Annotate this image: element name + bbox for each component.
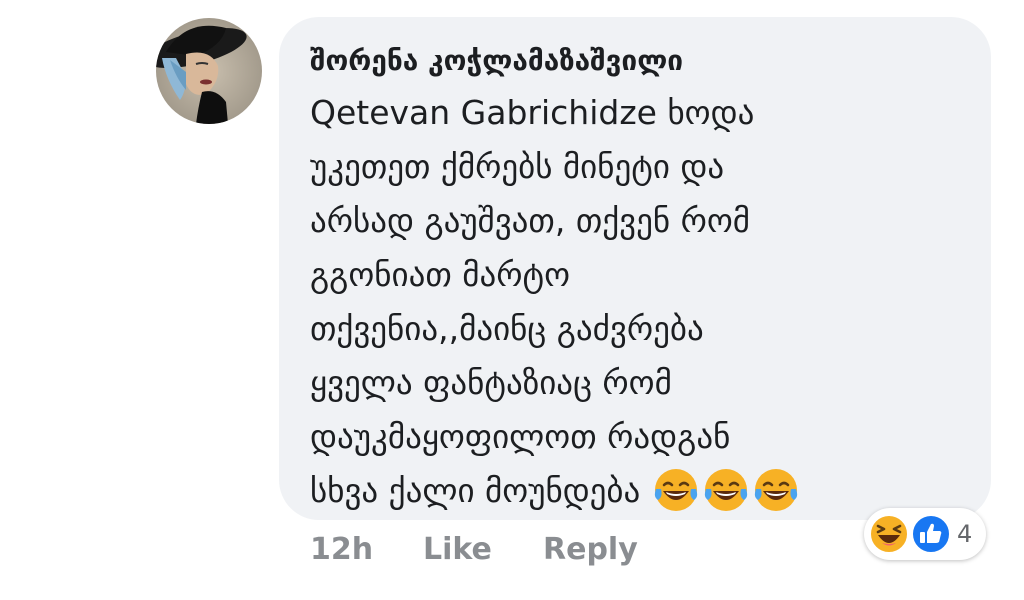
comment-line: დაუკმაყოფილოთ რადგან <box>310 417 731 456</box>
like-button[interactable]: Like <box>423 528 492 572</box>
tears-of-joy-emoji <box>654 469 697 511</box>
comment-line: გგონიათ მარტო <box>310 255 571 294</box>
reply-button[interactable]: Reply <box>543 528 638 572</box>
avatar[interactable] <box>156 18 262 124</box>
comment-timestamp[interactable]: 12h <box>310 528 373 572</box>
comment-line: Qetevan Gabrichidze ხოდა <box>310 93 755 132</box>
avatar-image <box>156 18 262 124</box>
comment-line: თქვენია,,მაინც გაძვრება <box>310 309 704 348</box>
comment-line-text: სხვა ქალი მოუნდება <box>310 471 641 510</box>
tears-of-joy-emoji <box>754 469 797 511</box>
reactions-summary[interactable]: 4 <box>864 508 986 560</box>
reaction-count: 4 <box>957 520 973 548</box>
laughing-reaction-icon <box>869 514 909 554</box>
tears-of-joy-emoji <box>704 469 747 511</box>
comment-line: არსად გაუშვათ, თქვენ რომ <box>310 201 751 240</box>
comment-line: უკეთეთ ქმრებს მინეტი და <box>310 147 725 186</box>
comment-line-last: სხვა ქალი მოუნდება <box>310 464 960 520</box>
emoji-group <box>653 462 803 516</box>
comment-line: ყველა ფანტაზიაც რომ <box>310 363 672 402</box>
comment-author-name[interactable]: შორენა კოჭლამაზაშვილი <box>310 38 683 84</box>
comment-text: Qetevan Gabrichidze ხოდა უკეთეთ ქმრებს მ… <box>310 86 960 520</box>
like-reaction-icon <box>911 514 951 554</box>
